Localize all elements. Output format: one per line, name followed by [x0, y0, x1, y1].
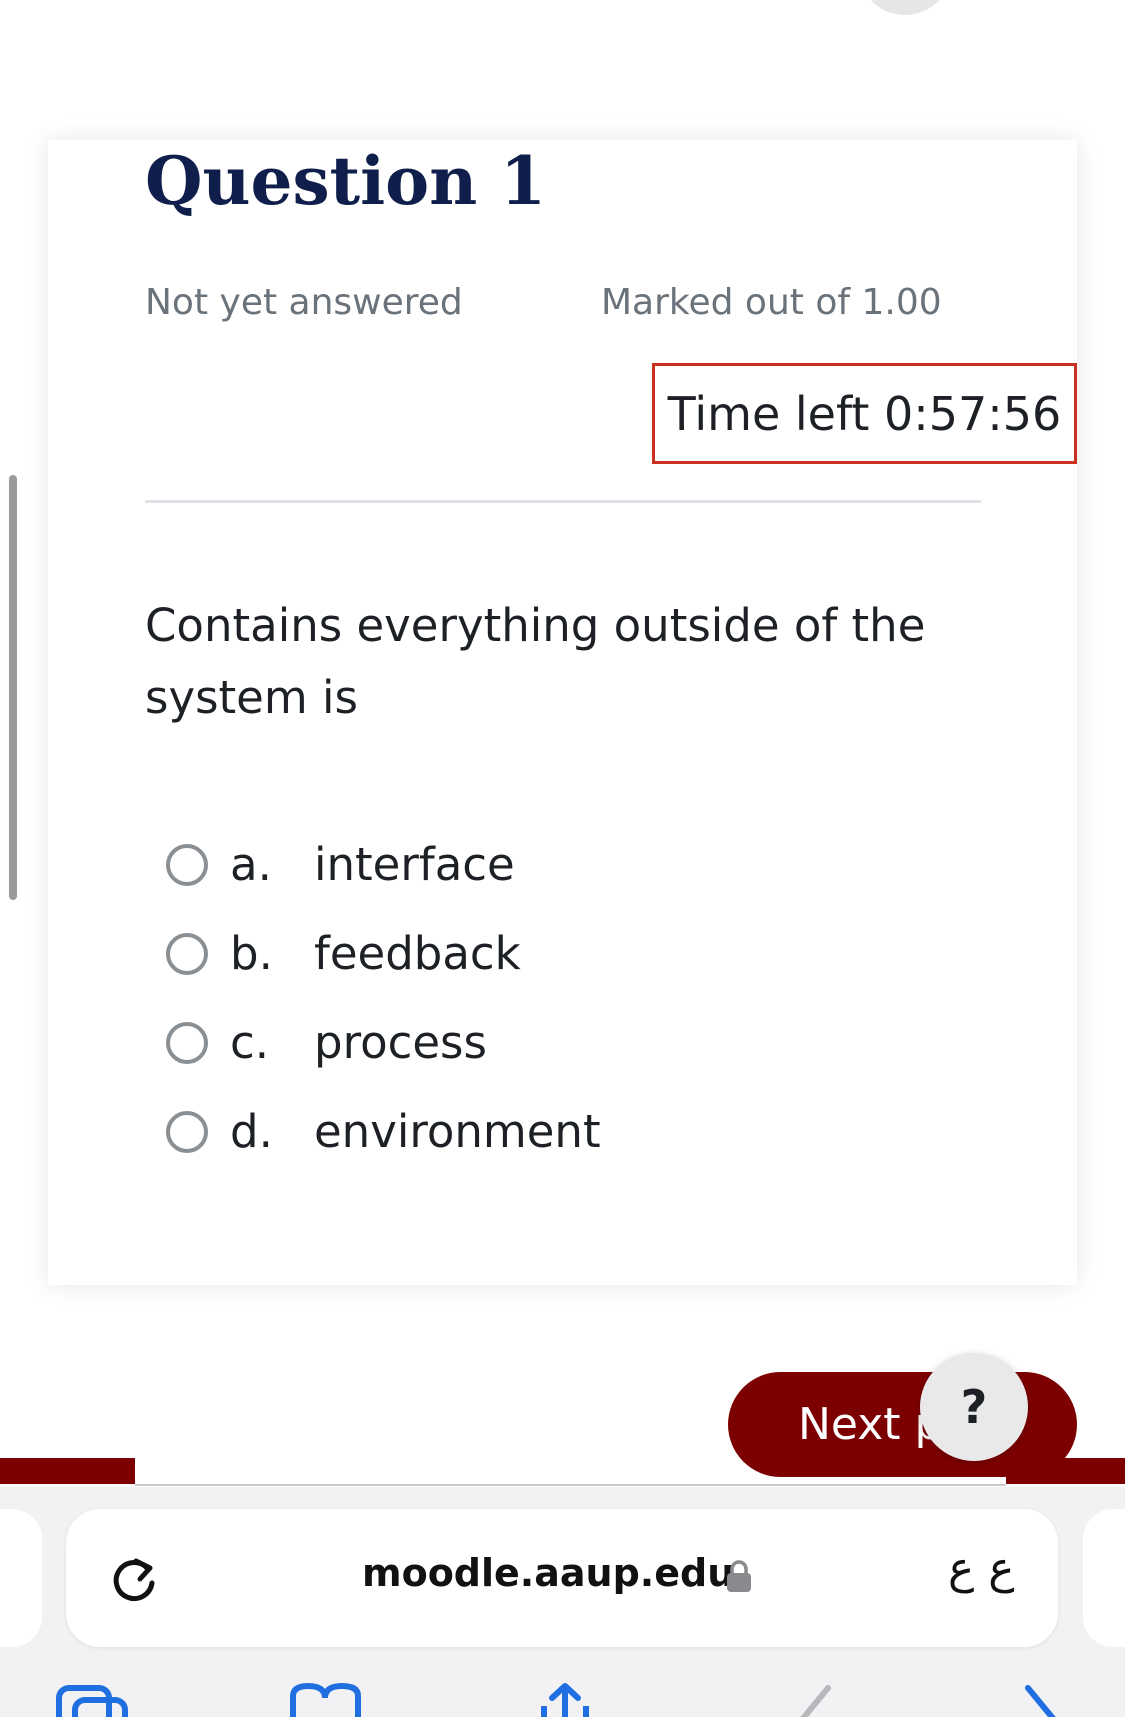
help-button[interactable]: ?: [920, 1353, 1028, 1461]
answer-text[interactable]: feedback: [314, 927, 521, 980]
share-icon[interactable]: [530, 1682, 600, 1717]
answer-text[interactable]: environment: [314, 1105, 601, 1158]
quiz-timer: Time left 0:57:56: [652, 363, 1077, 464]
tabs-icon[interactable]: [55, 1682, 130, 1717]
answer-letter: d.: [230, 1105, 273, 1158]
info-divider: [145, 500, 981, 503]
lock-icon: [727, 1560, 751, 1592]
question-state: Not yet answered: [145, 282, 463, 323]
answer-letter: a.: [230, 838, 272, 891]
back-chevron-icon[interactable]: [778, 1682, 838, 1717]
answer-option-d[interactable]: d. environment: [166, 1087, 866, 1176]
top-header: [0, 0, 1125, 70]
answer-letter: b.: [230, 927, 273, 980]
next-tab-peek[interactable]: [1083, 1509, 1125, 1647]
question-grade: Marked out of 1.00: [601, 282, 942, 323]
footer-accent-left: [0, 1458, 135, 1484]
question-mark-icon: ?: [960, 1380, 988, 1434]
page-scrollbar[interactable]: [9, 475, 17, 900]
answer-list: a. interface b. feedback c. process d. e…: [166, 820, 866, 1176]
page-area: Question 1 Not yet answered Marked out o…: [0, 70, 1125, 1490]
forward-chevron-icon[interactable]: [1018, 1682, 1078, 1717]
previous-tab-peek[interactable]: [0, 1509, 42, 1647]
answer-radio-d[interactable]: [166, 1110, 208, 1153]
answer-radio-a[interactable]: [166, 843, 208, 886]
answer-text[interactable]: interface: [314, 838, 515, 891]
answer-option-c[interactable]: c. process: [166, 998, 866, 1087]
question-text: Contains everything outside of the syste…: [145, 599, 926, 724]
answer-radio-b[interactable]: [166, 932, 208, 975]
address-bar[interactable]: moodle.aaup.edu ع ع: [66, 1509, 1058, 1647]
answer-letter: c.: [230, 1016, 270, 1069]
footer-divider: [135, 1484, 1006, 1486]
browser-toolbar: moodle.aaup.edu ع ع: [0, 1487, 1125, 1717]
footer-accent-right: [1006, 1458, 1125, 1484]
browser-bottom-icons: [0, 1682, 1125, 1717]
avatar[interactable]: [860, 0, 950, 15]
bookmarks-icon[interactable]: [288, 1682, 363, 1717]
question-title: Question 1: [145, 142, 547, 220]
url-text[interactable]: moodle.aaup.edu: [362, 1551, 734, 1595]
answer-radio-c[interactable]: [166, 1021, 208, 1064]
answer-option-b[interactable]: b. feedback: [166, 909, 866, 998]
page-settings-button[interactable]: ع ع: [948, 1543, 1015, 1594]
question-card: Question 1 Not yet answered Marked out o…: [48, 140, 1077, 1285]
answer-text[interactable]: process: [314, 1016, 487, 1069]
answer-option-a[interactable]: a. interface: [166, 820, 866, 909]
reload-icon[interactable]: [106, 1553, 162, 1609]
